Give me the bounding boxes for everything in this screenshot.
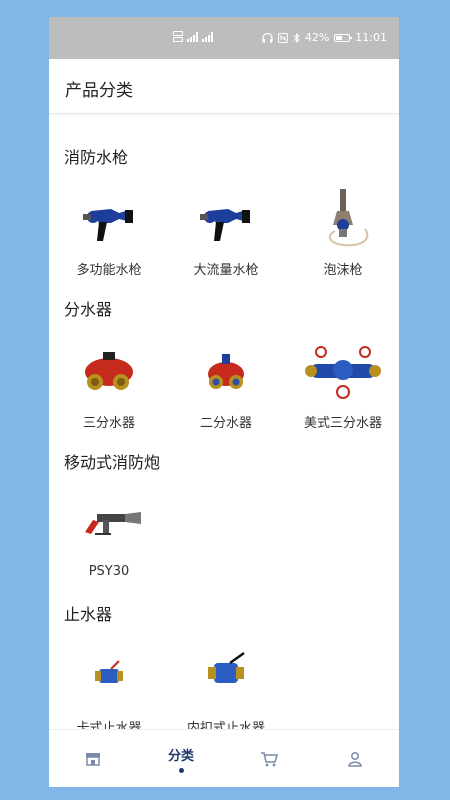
section-title: 分水器 xyxy=(64,300,113,319)
product-label: 美式三分水器 xyxy=(303,416,382,431)
sim-icon xyxy=(173,31,183,42)
product-item[interactable]: 大流量水枪 xyxy=(168,189,284,278)
divider-image xyxy=(305,346,381,399)
product-label: 大流量水枪 xyxy=(193,263,259,278)
divider-image xyxy=(208,354,244,389)
product-label: 内扣式止水器 xyxy=(186,721,265,729)
product-item[interactable]: PSY30 xyxy=(51,494,167,579)
system-indicators: 42% 11:01 xyxy=(262,31,387,44)
product-label: 多功能水枪 xyxy=(76,263,142,278)
signal-icon xyxy=(202,31,213,42)
tab-store[interactable] xyxy=(49,730,137,787)
battery-percentage: 42% xyxy=(304,31,330,44)
tab-label: 分类 xyxy=(167,749,194,764)
product-item[interactable]: 内扣式止水器 xyxy=(168,647,284,729)
headset-icon xyxy=(262,32,273,42)
status-bar: 42% 11:01 xyxy=(49,17,399,59)
signal-icon xyxy=(187,31,198,42)
tab-category[interactable]: 分类 xyxy=(137,730,225,787)
tab-profile[interactable] xyxy=(311,730,399,787)
nozzle-image xyxy=(200,209,250,241)
nozzle-image xyxy=(83,209,133,241)
monitor-image xyxy=(85,512,141,535)
clock: 11:01 xyxy=(355,31,387,44)
product-item[interactable]: 泡沫枪 xyxy=(285,189,399,278)
valve-image xyxy=(208,651,245,683)
product-item[interactable]: 三分水器 xyxy=(51,342,167,431)
product-label: 泡沫枪 xyxy=(323,263,363,278)
page-header: 产品分类 xyxy=(49,59,399,114)
product-item[interactable]: 美式三分水器 xyxy=(285,342,399,431)
active-indicator xyxy=(178,768,184,773)
section-title: 移动式消防炮 xyxy=(64,453,161,472)
product-item[interactable]: 多功能水枪 xyxy=(51,189,167,278)
network-indicators xyxy=(173,31,213,42)
bluetooth-icon xyxy=(293,32,300,43)
product-label: PSY30 xyxy=(88,564,130,579)
bottom-tab-bar: 分类 xyxy=(49,729,399,787)
divider-image xyxy=(85,352,133,390)
category-list: 消防水枪 多功能水枪 大流量水枪 泡沫枪 分水器 三分水器 二分水器 美式三分水… xyxy=(49,114,399,729)
phone-screen: 42% 11:01 产品分类 消防水枪 多功能水枪 大流量水枪 泡沫枪 分水器 … xyxy=(49,17,399,787)
product-label: 卡式止水器 xyxy=(76,721,142,729)
product-item[interactable]: 卡式止水器 xyxy=(51,647,167,729)
product-label: 二分水器 xyxy=(199,416,252,431)
user-icon xyxy=(348,752,362,767)
page-title: 产品分类 xyxy=(65,81,133,101)
store-icon xyxy=(86,753,100,766)
tab-cart[interactable] xyxy=(225,730,313,787)
foam-nozzle-image xyxy=(328,189,369,247)
cart-icon xyxy=(261,752,278,767)
valve-image xyxy=(95,660,123,683)
nfc-icon xyxy=(277,32,288,43)
product-label: 三分水器 xyxy=(82,416,135,431)
section-title: 止水器 xyxy=(64,605,113,624)
section-title: 消防水枪 xyxy=(64,148,129,167)
product-item[interactable]: 二分水器 xyxy=(168,342,284,431)
battery-icon xyxy=(334,33,353,42)
